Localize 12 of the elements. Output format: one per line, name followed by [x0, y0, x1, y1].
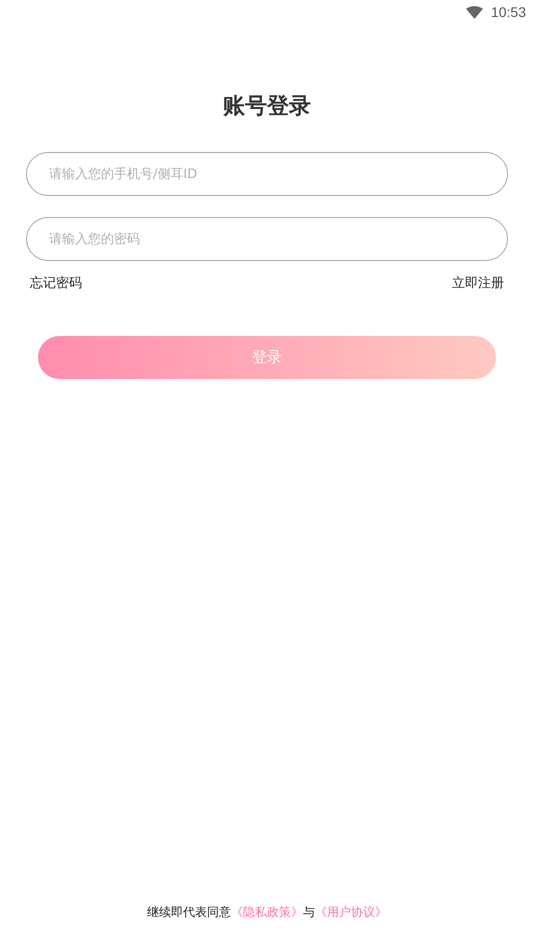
status-time: 10:53 [490, 4, 526, 20]
input-field[interactable]: 请输入您的手机号/侧耳ID [26, 152, 508, 196]
login-button[interactable]: 登录 [38, 336, 496, 379]
wifi-icon [466, 6, 483, 18]
forgot-password-link[interactable]: 忘记密码 [30, 274, 82, 292]
register-link[interactable]: 立即注册 [452, 274, 504, 292]
page-title: 账号登录 [222, 93, 312, 121]
agreement-text: 与 [303, 904, 315, 921]
user-agreement-link[interactable]: 《用户协议》 [315, 904, 387, 921]
input-field[interactable]: 请输入您的密码 [26, 217, 508, 261]
privacy-policy-link[interactable]: 《隐私政策》 [231, 904, 303, 921]
agreement-text: 继续即代表同意 [147, 904, 231, 921]
